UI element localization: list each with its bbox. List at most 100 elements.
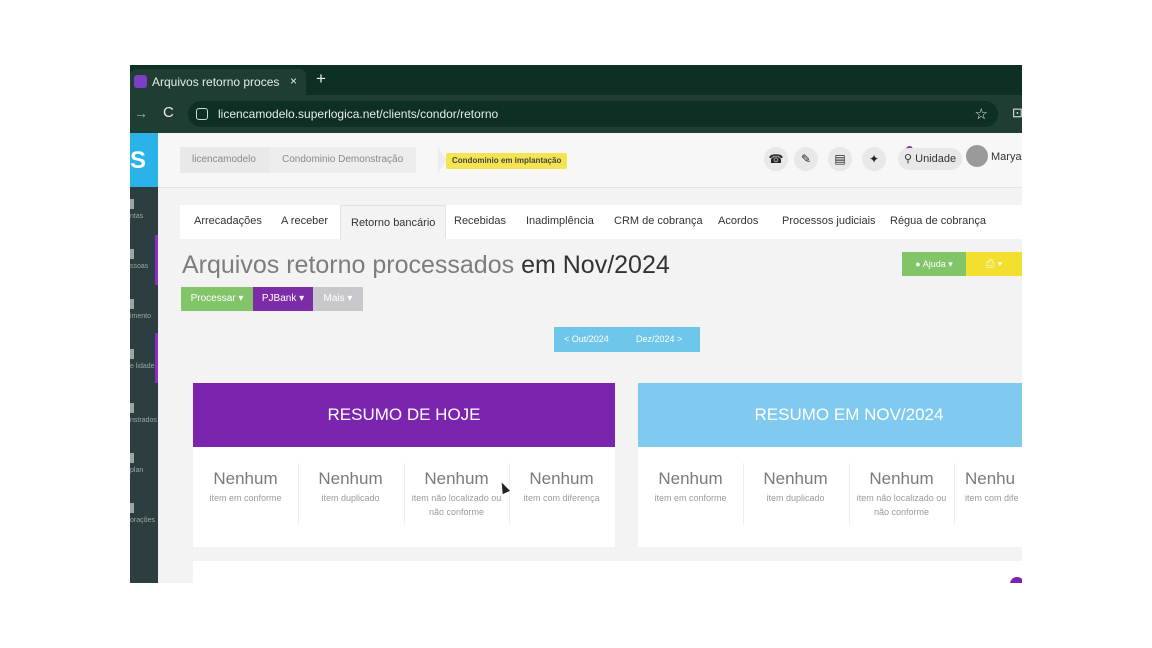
app-logo[interactable]: S: [130, 133, 158, 187]
stat-value: Nenhum: [869, 469, 934, 488]
breadcrumb-item[interactable]: Condominio Demonstração: [270, 147, 416, 173]
sidebar-item-label: plan: [130, 467, 144, 474]
prev-period-button[interactable]: < Out/2024: [564, 334, 609, 344]
stat-diferenca: Nenhum item com diferença: [509, 469, 614, 505]
stat-duplicado: Nenhum item duplicado: [743, 469, 848, 505]
implantation-badge: Condominio em implantação: [446, 153, 568, 169]
sidebar-item-4[interactable]: e lidade: [130, 345, 158, 397]
page-period: em Nov/2024: [521, 251, 670, 279]
sidebar-item-6[interactable]: plan: [130, 449, 158, 501]
sidebar-item-2[interactable]: ssoas: [130, 245, 158, 297]
sidebar-item-3[interactable]: imento: [130, 295, 158, 347]
next-panel: [193, 561, 1022, 583]
module-tabs: Arrecadações A receber Retorno bancário …: [180, 205, 1022, 239]
summary-month-card: RESUMO EM NOV/2024 Nenhum item em conform…: [638, 383, 1022, 547]
app-header: licencamodelo Condominio Demonstração Co…: [158, 133, 1022, 188]
url-text[interactable]: licencamodelo.superlogica.net/clients/co…: [218, 107, 498, 121]
reload-icon[interactable]: C: [163, 104, 174, 121]
chat-bubble-icon[interactable]: [1010, 577, 1022, 583]
stat-label: item duplicado: [321, 493, 380, 503]
sidebar-item-1[interactable]: ntas: [130, 195, 158, 247]
summary-month-title: RESUMO EM NOV/2024: [638, 383, 1022, 447]
sidebar-accent: [155, 235, 158, 285]
processar-label: Processar: [190, 293, 236, 304]
screen-frame: Arquivos retorno processados × + → C lic…: [130, 65, 1022, 583]
sidebar-item-label: e lidade: [130, 363, 155, 370]
app-sidebar: ntas ssoas imento e lidade nstrados plan…: [130, 187, 158, 583]
processar-button[interactable]: Processar ▾: [181, 287, 253, 311]
tab-acordos[interactable]: Acordos: [718, 215, 758, 227]
avatar[interactable]: [966, 145, 988, 167]
page-title: Arquivos retorno processados em Nov/2024: [182, 251, 670, 280]
unit-search-button[interactable]: ⚲ Unidade: [898, 148, 963, 170]
tab-processos-judiciais[interactable]: Processos judiciais: [782, 215, 876, 227]
stat-label: item em conforme: [209, 493, 282, 503]
stat-value: Nenhu: [965, 469, 1016, 488]
sidebar-accent: [155, 333, 158, 383]
stat-label: item não localizado ou não conforme: [411, 493, 502, 517]
phone-icon[interactable]: ☎: [764, 147, 788, 171]
favicon-icon: [134, 75, 147, 88]
stat-label: item com dife: [965, 493, 1019, 503]
help-button[interactable]: ● Ajuda ▾: [902, 252, 966, 276]
sidebar-item-label: nstrados: [130, 417, 157, 424]
pjbank-label: PJBank: [261, 293, 297, 304]
logo-letter: S: [130, 147, 147, 174]
tab-regua-de-cobranca[interactable]: Régua de cobrança: [890, 215, 986, 227]
tab-retorno-bancario[interactable]: Retorno bancário: [340, 205, 447, 239]
mais-label: Mais: [323, 293, 345, 304]
next-period-button[interactable]: Dez/2024 >: [636, 334, 682, 344]
new-tab-icon[interactable]: +: [316, 70, 326, 88]
stat-duplicado: Nenhum item duplicado: [298, 469, 403, 505]
sidebar-item-label: orações: [130, 517, 155, 524]
extensions-icon[interactable]: ⊡: [1012, 105, 1022, 121]
print-button[interactable]: ⎙ ▾: [966, 252, 1022, 276]
print-icon: ⎙: [985, 258, 995, 270]
id-card-icon[interactable]: ▤: [828, 147, 852, 171]
tab-recebidas[interactable]: Recebidas: [454, 215, 506, 227]
sidebar-icon: [130, 453, 134, 463]
sidebar-icon: [130, 249, 134, 259]
pjbank-button[interactable]: PJBank ▾: [253, 287, 313, 311]
stat-nao-localizado: Nenhum item não localizado ou não conform…: [404, 469, 509, 519]
help-button-label: Ajuda: [922, 259, 946, 269]
sidebar-icon: [130, 403, 134, 413]
period-navigation: < Out/2024 Dez/2024 >: [554, 327, 700, 352]
sidebar-icon: [130, 299, 134, 309]
sidebar-item-5[interactable]: nstrados: [130, 399, 158, 451]
tab-inadimplencia[interactable]: Inadimplência: [526, 215, 594, 227]
sidebar-item-label: imento: [130, 313, 152, 320]
tab-crm-de-cobranca[interactable]: CRM de cobrança: [614, 215, 703, 227]
site-info-icon[interactable]: [196, 108, 208, 120]
sidebar-item-7[interactable]: orações: [130, 499, 158, 551]
stat-value: Nenhum: [658, 469, 723, 488]
close-tab-icon[interactable]: ×: [290, 74, 297, 88]
stat-label: item duplicado: [766, 493, 825, 503]
browser-tab-bar: Arquivos retorno processados × +: [130, 65, 1022, 95]
browser-tab-title: Arquivos retorno processados: [152, 75, 280, 89]
stat-conforme: Nenhum item em conforme: [638, 469, 743, 505]
ticket-icon[interactable]: ✎: [794, 147, 818, 171]
mais-button[interactable]: Mais ▾: [313, 287, 363, 311]
stat-label: item em conforme: [654, 493, 727, 503]
summary-today-title: RESUMO DE HOJE: [193, 383, 615, 447]
page-title-text: Arquivos retorno processados: [182, 251, 515, 279]
browser-tab[interactable]: Arquivos retorno processados ×: [130, 69, 306, 95]
stat-nao-localizado: Nenhum item não localizado ou não conform…: [849, 469, 954, 519]
tab-arrecadacoes[interactable]: Arrecadações: [194, 215, 262, 227]
stat-value: Nenhum: [424, 469, 489, 488]
stat-label: item não localizado ou não conforme: [856, 493, 947, 517]
gift-icon[interactable]: ✦: [862, 147, 886, 171]
user-name[interactable]: Maryan: [991, 151, 1022, 163]
sidebar-icon: [130, 199, 134, 209]
tab-a-receber[interactable]: A receber: [281, 215, 328, 227]
stat-value: Nenhum: [763, 469, 828, 488]
sidebar-item-label: ntas: [130, 213, 144, 220]
bookmark-star-icon[interactable]: ☆: [975, 105, 988, 123]
sidebar-icon: [130, 503, 134, 513]
stat-label: item com diferença: [523, 493, 600, 503]
forward-icon[interactable]: →: [134, 105, 148, 121]
stat-value: Nenhum: [318, 469, 383, 488]
stat-value: Nenhum: [213, 469, 278, 488]
address-bar[interactable]: licencamodelo.superlogica.net/clients/co…: [188, 101, 998, 127]
